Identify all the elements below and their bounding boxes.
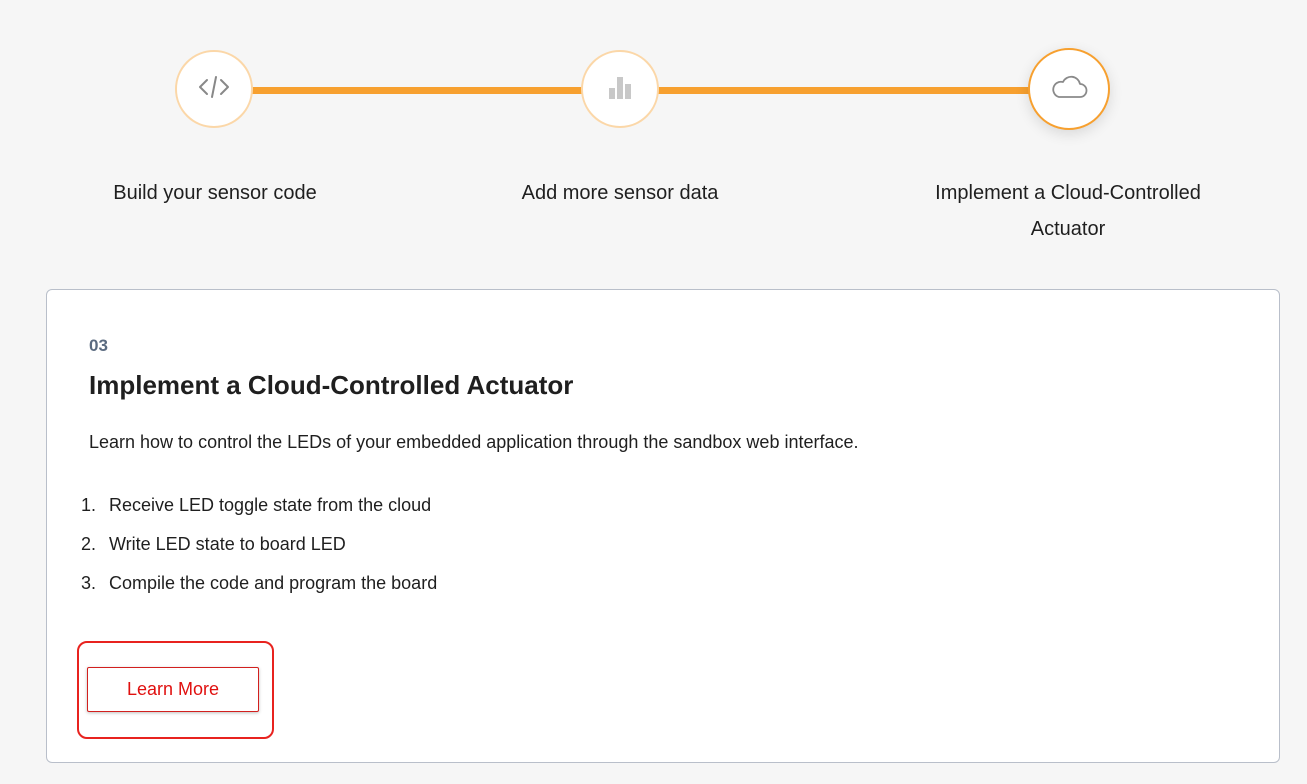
list-item-number: 2.: [81, 534, 97, 554]
stepper-connector: [250, 87, 586, 94]
bar-chart-icon: [605, 72, 635, 107]
stepper-connector: [656, 87, 1034, 94]
card-description: Learn how to control the LEDs of your em…: [89, 432, 859, 452]
step-3-circle[interactable]: [1028, 48, 1110, 130]
list-item: 3. Compile the code and program the boar…: [81, 568, 437, 607]
step-2-circle[interactable]: [581, 50, 659, 128]
code-icon: [197, 72, 231, 107]
step-number: 03: [89, 336, 108, 355]
step-2-label: Add more sensor data: [521, 182, 719, 204]
step-1-circle[interactable]: [175, 50, 253, 128]
list-item-text: Write LED state to board LED: [109, 534, 346, 554]
learn-more-button[interactable]: Learn More: [87, 667, 259, 712]
list-item-text: Receive LED toggle state from the cloud: [109, 495, 432, 515]
list-item-number: 1.: [81, 495, 97, 515]
cloud-icon: [1049, 73, 1089, 106]
step-detail-card: 03 Implement a Cloud-Controlled Actuator…: [46, 289, 1280, 763]
list-item-number: 3.: [81, 573, 97, 593]
list-item: 2. Write LED state to board LED: [81, 529, 437, 568]
task-list: 1. Receive LED toggle state from the clo…: [81, 490, 437, 607]
step-3-label: Implement a Cloud-Controlled Actuator: [935, 182, 1201, 240]
page: Build your sensor code Add more sensor d…: [0, 0, 1307, 784]
list-item: 1. Receive LED toggle state from the clo…: [81, 490, 437, 529]
list-item-text: Compile the code and program the board: [109, 573, 438, 593]
step-1-label: Build your sensor code: [113, 182, 317, 204]
card-title: Implement a Cloud-Controlled Actuator: [89, 370, 574, 400]
